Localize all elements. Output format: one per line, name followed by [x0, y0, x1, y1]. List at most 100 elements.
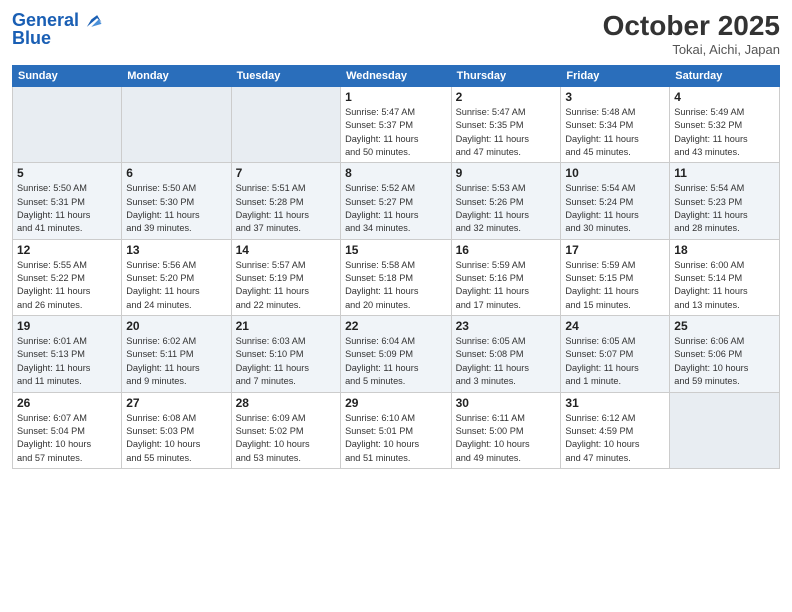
calendar-cell: 3 Sunrise: 5:48 AM Sunset: 5:34 PM Daylig… [561, 87, 670, 163]
weekday-header-wednesday: Wednesday [341, 66, 452, 87]
day-number: 10 [565, 166, 665, 180]
calendar-cell: 31 Sunrise: 6:12 AM Sunset: 4:59 PM Dayli… [561, 392, 670, 468]
calendar-cell [670, 392, 780, 468]
location-title: Tokai, Aichi, Japan [603, 42, 780, 57]
day-number: 26 [17, 396, 117, 410]
calendar-cell: 9 Sunrise: 5:53 AM Sunset: 5:26 PM Daylig… [451, 163, 561, 239]
calendar-cell [122, 87, 231, 163]
day-info: Sunrise: 6:07 AM Sunset: 5:04 PM Dayligh… [17, 412, 117, 465]
day-number: 20 [126, 319, 226, 333]
day-number: 12 [17, 243, 117, 257]
day-number: 13 [126, 243, 226, 257]
day-number: 25 [674, 319, 775, 333]
calendar-cell: 18Sunrise: 6:00 AM Sunset: 5:14 PM Dayli… [670, 239, 780, 315]
day-info: Sunrise: 5:54 AM Sunset: 5:24 PM Dayligh… [565, 182, 665, 235]
day-info: Sunrise: 6:01 AM Sunset: 5:13 PM Dayligh… [17, 335, 117, 388]
day-number: 3 [565, 90, 665, 104]
day-info: Sunrise: 6:02 AM Sunset: 5:11 PM Dayligh… [126, 335, 226, 388]
day-info: Sunrise: 5:48 AM Sunset: 5:34 PM Dayligh… [565, 106, 665, 159]
day-info: Sunrise: 5:53 AM Sunset: 5:26 PM Dayligh… [456, 182, 557, 235]
day-info: Sunrise: 5:47 AM Sunset: 5:35 PM Dayligh… [456, 106, 557, 159]
day-info: Sunrise: 6:08 AM Sunset: 5:03 PM Dayligh… [126, 412, 226, 465]
calendar-cell: 14Sunrise: 5:57 AM Sunset: 5:19 PM Dayli… [231, 239, 340, 315]
calendar-cell: 30 Sunrise: 6:11 AM Sunset: 5:00 PM Dayli… [451, 392, 561, 468]
day-info: Sunrise: 6:10 AM Sunset: 5:01 PM Dayligh… [345, 412, 447, 465]
calendar-cell: 15 Sunrise: 5:58 AM Sunset: 5:18 PM Dayli… [341, 239, 452, 315]
calendar-cell: 29 Sunrise: 6:10 AM Sunset: 5:01 PM Dayli… [341, 392, 452, 468]
day-info: Sunrise: 6:03 AM Sunset: 5:10 PM Dayligh… [236, 335, 336, 388]
calendar-cell: 1Sunrise: 5:47 AM Sunset: 5:37 PM Daylig… [341, 87, 452, 163]
title-block: October 2025 Tokai, Aichi, Japan [603, 10, 780, 57]
day-number: 7 [236, 166, 336, 180]
calendar-cell: 16 Sunrise: 5:59 AM Sunset: 5:16 PM Dayli… [451, 239, 561, 315]
month-title: October 2025 [603, 10, 780, 42]
day-number: 18 [674, 243, 775, 257]
calendar-cell: 20 Sunrise: 6:02 AM Sunset: 5:11 PM Dayli… [122, 316, 231, 392]
day-info: Sunrise: 5:50 AM Sunset: 5:31 PM Dayligh… [17, 182, 117, 235]
weekday-header-tuesday: Tuesday [231, 66, 340, 87]
calendar-cell: 26 Sunrise: 6:07 AM Sunset: 5:04 PM Dayli… [13, 392, 122, 468]
day-number: 30 [456, 396, 557, 410]
day-info: Sunrise: 5:50 AM Sunset: 5:30 PM Dayligh… [126, 182, 226, 235]
day-info: Sunrise: 5:58 AM Sunset: 5:18 PM Dayligh… [345, 259, 447, 312]
day-info: Sunrise: 5:54 AM Sunset: 5:23 PM Dayligh… [674, 182, 775, 235]
day-number: 27 [126, 396, 226, 410]
day-number: 29 [345, 396, 447, 410]
day-number: 21 [236, 319, 336, 333]
calendar-cell [231, 87, 340, 163]
day-number: 15 [345, 243, 447, 257]
day-info: Sunrise: 5:49 AM Sunset: 5:32 PM Dayligh… [674, 106, 775, 159]
day-number: 28 [236, 396, 336, 410]
day-number: 5 [17, 166, 117, 180]
day-number: 24 [565, 319, 665, 333]
weekday-header-sunday: Sunday [13, 66, 122, 87]
calendar-cell: 5 Sunrise: 5:50 AM Sunset: 5:31 PM Daylig… [13, 163, 122, 239]
day-number: 8 [345, 166, 447, 180]
day-info: Sunrise: 6:12 AM Sunset: 4:59 PM Dayligh… [565, 412, 665, 465]
day-info: Sunrise: 5:52 AM Sunset: 5:27 PM Dayligh… [345, 182, 447, 235]
day-info: Sunrise: 5:56 AM Sunset: 5:20 PM Dayligh… [126, 259, 226, 312]
logo-icon [81, 10, 103, 32]
calendar-cell: 7Sunrise: 5:51 AM Sunset: 5:28 PM Daylig… [231, 163, 340, 239]
day-number: 17 [565, 243, 665, 257]
calendar-cell: 27 Sunrise: 6:08 AM Sunset: 5:03 PM Dayli… [122, 392, 231, 468]
day-number: 16 [456, 243, 557, 257]
calendar-cell: 4 Sunrise: 5:49 AM Sunset: 5:32 PM Daylig… [670, 87, 780, 163]
day-info: Sunrise: 6:05 AM Sunset: 5:08 PM Dayligh… [456, 335, 557, 388]
day-info: Sunrise: 6:04 AM Sunset: 5:09 PM Dayligh… [345, 335, 447, 388]
day-info: Sunrise: 6:11 AM Sunset: 5:00 PM Dayligh… [456, 412, 557, 465]
day-info: Sunrise: 6:09 AM Sunset: 5:02 PM Dayligh… [236, 412, 336, 465]
calendar-cell: 6 Sunrise: 5:50 AM Sunset: 5:30 PM Daylig… [122, 163, 231, 239]
day-number: 6 [126, 166, 226, 180]
calendar-cell: 23Sunrise: 6:05 AM Sunset: 5:08 PM Dayli… [451, 316, 561, 392]
day-number: 19 [17, 319, 117, 333]
calendar-cell: 22 Sunrise: 6:04 AM Sunset: 5:09 PM Dayli… [341, 316, 452, 392]
day-number: 22 [345, 319, 447, 333]
day-number: 31 [565, 396, 665, 410]
day-info: Sunrise: 5:59 AM Sunset: 5:15 PM Dayligh… [565, 259, 665, 312]
weekday-header-thursday: Thursday [451, 66, 561, 87]
weekday-header-saturday: Saturday [670, 66, 780, 87]
day-number: 2 [456, 90, 557, 104]
day-info: Sunrise: 6:06 AM Sunset: 5:06 PM Dayligh… [674, 335, 775, 388]
day-info: Sunrise: 5:59 AM Sunset: 5:16 PM Dayligh… [456, 259, 557, 312]
calendar-cell: 19 Sunrise: 6:01 AM Sunset: 5:13 PM Dayli… [13, 316, 122, 392]
day-number: 14 [236, 243, 336, 257]
day-number: 4 [674, 90, 775, 104]
day-number: 11 [674, 166, 775, 180]
logo: General Blue [12, 10, 103, 49]
calendar-cell: 10 Sunrise: 5:54 AM Sunset: 5:24 PM Dayli… [561, 163, 670, 239]
day-info: Sunrise: 5:55 AM Sunset: 5:22 PM Dayligh… [17, 259, 117, 312]
day-info: Sunrise: 6:05 AM Sunset: 5:07 PM Dayligh… [565, 335, 665, 388]
calendar-cell: 8 Sunrise: 5:52 AM Sunset: 5:27 PM Daylig… [341, 163, 452, 239]
calendar-cell: 12 Sunrise: 5:55 AM Sunset: 5:22 PM Dayli… [13, 239, 122, 315]
calendar-cell: 11 Sunrise: 5:54 AM Sunset: 5:23 PM Dayli… [670, 163, 780, 239]
calendar-cell: 21 Sunrise: 6:03 AM Sunset: 5:10 PM Dayli… [231, 316, 340, 392]
weekday-header-monday: Monday [122, 66, 231, 87]
calendar-cell: 13 Sunrise: 5:56 AM Sunset: 5:20 PM Dayli… [122, 239, 231, 315]
calendar-cell: 2 Sunrise: 5:47 AM Sunset: 5:35 PM Daylig… [451, 87, 561, 163]
calendar: SundayMondayTuesdayWednesdayThursdayFrid… [12, 65, 780, 469]
calendar-cell: 25 Sunrise: 6:06 AM Sunset: 5:06 PM Dayli… [670, 316, 780, 392]
day-number: 9 [456, 166, 557, 180]
day-info: Sunrise: 5:47 AM Sunset: 5:37 PM Dayligh… [345, 106, 447, 159]
